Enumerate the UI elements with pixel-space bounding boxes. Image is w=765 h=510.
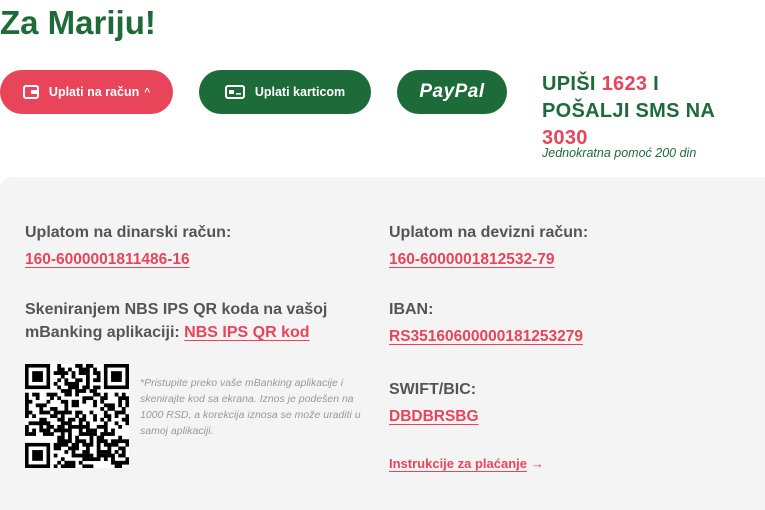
pay-to-account-label: Uplati na račun: [48, 85, 140, 99]
payment-instructions-label: Instrukcije za plaćanje: [389, 456, 528, 471]
qr-note: *Pristupite preko vaše mBanking aplikaci…: [140, 377, 361, 437]
pay-by-card-button[interactable]: Uplati karticom: [199, 70, 371, 114]
page-title: Za Mariju!: [0, 4, 156, 41]
foreign-account-link[interactable]: 160-6000001812532-79: [389, 251, 555, 269]
foreign-account-label: Uplatom na devizni račun:: [389, 224, 589, 241]
qr-label-line2: mBanking aplikaciji:: [25, 324, 185, 341]
wallet-icon: [22, 85, 39, 99]
sms-line1-prefix: UPIŠI: [542, 73, 602, 95]
sms-instruction: UPIŠI 1623 I POŠALJI SMS NA 3030: [542, 71, 765, 152]
sms-line1-suffix: I: [647, 73, 660, 95]
payment-instructions-link[interactable]: Instrukcije za plaćanje →: [389, 456, 544, 471]
chevron-up-icon: ^: [144, 86, 151, 98]
credit-card-icon: [224, 85, 245, 99]
dinar-account-link[interactable]: 160-6000001811486-16: [25, 251, 190, 269]
arrow-right-icon: →: [531, 456, 545, 471]
qr-code-image: [25, 364, 129, 468]
dinar-account-label: Uplatom na dinarski račun:: [25, 224, 232, 241]
qr-label-line1: Skeniranjem NBS IPS QR koda na vašoj: [25, 301, 328, 318]
pay-by-card-label: Uplati karticom: [254, 85, 346, 99]
qr-code-link[interactable]: NBS IPS QR kod: [184, 324, 309, 341]
sms-note: Jednokratna pomoć 200 din: [542, 146, 697, 160]
pay-to-account-button[interactable]: Uplati na račun ^: [0, 70, 173, 114]
paypal-button[interactable]: PayPal: [397, 70, 507, 114]
iban-link[interactable]: RS35160600000181253279: [389, 328, 583, 346]
sms-line2: POŠALJI SMS NA: [542, 100, 716, 122]
swift-link[interactable]: DBDBRSBG: [389, 408, 479, 426]
qr-section-label: Skeniranjem NBS IPS QR koda na vašoj mBa…: [25, 298, 370, 344]
sms-code: 1623: [601, 73, 648, 95]
paypal-label: PayPal: [419, 81, 485, 102]
swift-label: SWIFT/BIC:: [389, 381, 477, 398]
iban-label: IBAN:: [389, 301, 434, 318]
